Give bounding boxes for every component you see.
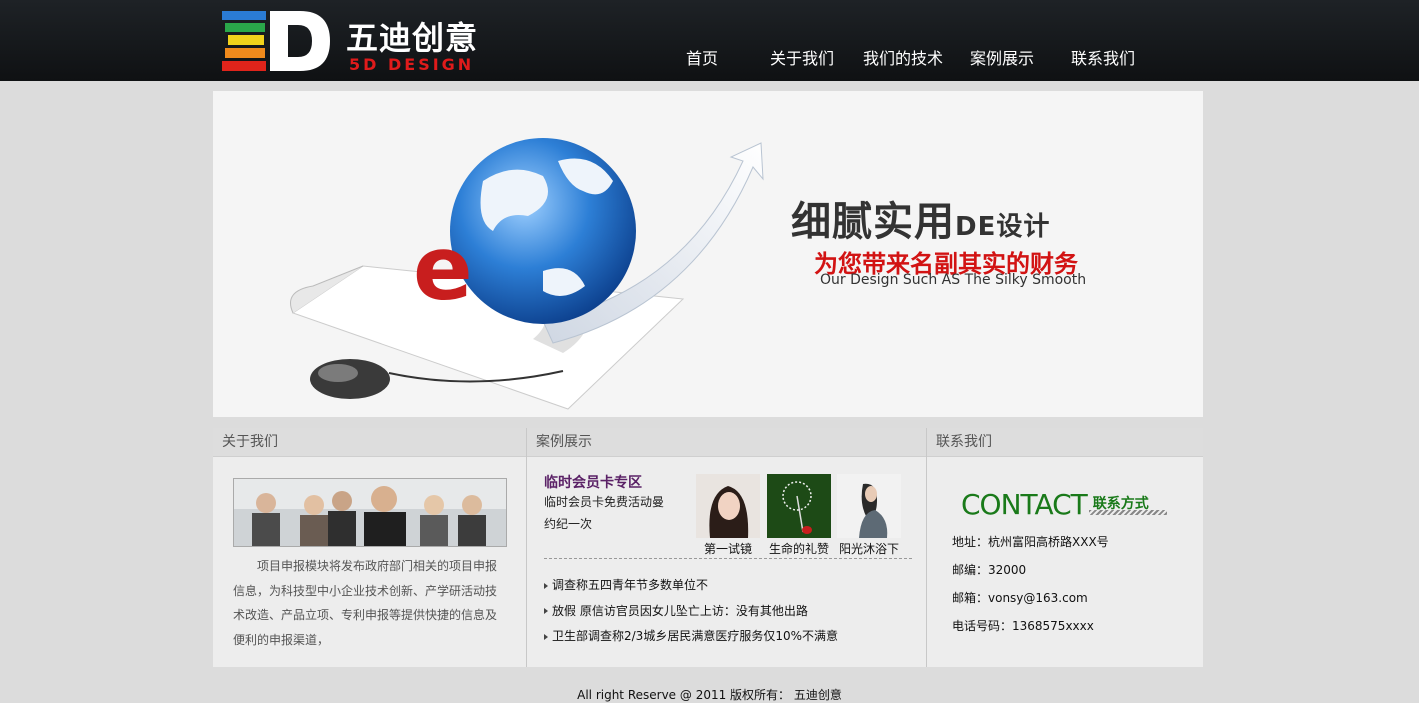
about-panel: 关于我们 项目申报模块将发布政府部门相关的项目申报信息，为科技型中小企业技术创新…: [213, 428, 527, 667]
site-logo[interactable]: 五迪创意 5D DESIGN: [222, 11, 512, 74]
footer-copyright: All right Reserve @ 2011 版权所有： 五迪创意: [577, 688, 842, 702]
news-item-text[interactable]: 卫生部调查称2/3城乡居民满意医疗服务仅10%不满意: [552, 629, 838, 643]
contact-logo-text: CONTACT: [961, 488, 1088, 521]
banner-title: 细腻实用DE设计: [791, 189, 1050, 247]
news-item[interactable]: 调查称五四青年节多数单位不: [544, 573, 914, 599]
contact-logo-stripe: [1089, 510, 1167, 515]
news-item-text[interactable]: 放假 原信访官员因女儿坠亡上访：没有其他出路: [552, 604, 808, 618]
contact-postcode: 邮编：32000: [952, 563, 1027, 577]
case-divider: [544, 558, 912, 559]
contact-logo: CONTACT 联系方式: [961, 488, 1167, 521]
news-item-text[interactable]: 调查称五四青年节多数单位不: [552, 578, 708, 592]
banner-english-tagline: Our Design Such AS The Silky Smooth: [820, 272, 1087, 288]
hero-banner[interactable]: e 细腻实用DE设计 为您带来名副其实的财务 Our Design Such A…: [213, 91, 1203, 417]
nav-about[interactable]: 关于我们: [770, 45, 834, 69]
about-team-photo: [233, 478, 507, 547]
bullet-arrow-icon: [544, 608, 548, 614]
case-thumb-image[interactable]: [767, 474, 831, 538]
nav-contact[interactable]: 联系我们: [1071, 45, 1135, 69]
contact-details: 地址：杭州富阳高桥路XXX号 邮编：32000 邮箱：vonsy@163.com…: [952, 528, 1109, 640]
case-feature-description: 临时会员卡免费活动曼约纪一次: [544, 495, 665, 531]
nav-home[interactable]: 首页: [686, 45, 718, 69]
case-thumb-image[interactable]: [696, 474, 760, 538]
bullet-arrow-icon: [544, 633, 548, 640]
nav-cases[interactable]: 案例展示: [970, 45, 1034, 69]
svg-text:e: e: [413, 217, 473, 320]
case-thumb-1[interactable]: 第一试镜: [696, 474, 760, 557]
banner-title-main: 细腻实用: [791, 199, 955, 245]
about-heading: 关于我们: [213, 428, 526, 457]
case-thumb-image[interactable]: [837, 474, 901, 538]
case-thumb-caption: 第一试镜: [703, 542, 752, 556]
news-list: 调查称五四青年节多数单位不 放假 原信访官员因女儿坠亡上访：没有其他出路 卫生部…: [544, 573, 914, 650]
case-thumb-3[interactable]: 阳光沐浴下: [837, 474, 901, 557]
site-header: 五迪创意 5D DESIGN 首页 关于我们 我们的技术 案例展示 联系我们: [0, 0, 1419, 81]
nav-technology[interactable]: 我们的技术: [863, 45, 943, 69]
case-thumb-2[interactable]: 生命的礼赞: [767, 474, 831, 557]
news-item[interactable]: 卫生部调查称2/3城乡居民满意医疗服务仅10%不满意: [544, 624, 914, 650]
logo-chinese-name: 五迪创意: [346, 19, 479, 57]
bullet-arrow-icon: [544, 582, 548, 589]
case-feature-title[interactable]: 临时会员卡专区: [544, 472, 642, 492]
cases-panel: 案例展示 临时会员卡专区 临时会员卡免费活动曼约纪一次 第一试镜 生命的礼赞 阳…: [527, 428, 927, 667]
banner-title-suffix: DE设计: [955, 212, 1051, 242]
contact-address: 地址：杭州富阳高桥路XXX号: [952, 535, 1109, 549]
news-item[interactable]: 放假 原信访官员因女儿坠亡上访：没有其他出路: [544, 599, 914, 625]
contact-heading: 联系我们: [927, 428, 1203, 457]
contact-email[interactable]: 邮箱：vonsy@163.com: [952, 584, 1109, 612]
logo-english-name: 5D DESIGN: [349, 55, 475, 74]
cases-heading: 案例展示: [527, 428, 926, 457]
contact-panel: 联系我们 CONTACT 联系方式 地址：杭州富阳高桥路XXX号 邮编：32000…: [927, 428, 1203, 667]
5d-logo-icon: [222, 11, 330, 71]
about-description: 项目申报模块将发布政府部门相关的项目申报信息，为科技型中小企业技术创新、产学研活…: [233, 559, 498, 647]
contact-phone: 电话号码：1368575xxxx: [952, 619, 1094, 633]
case-thumb-caption: 生命的礼赞: [768, 542, 829, 556]
case-thumb-caption: 阳光沐浴下: [838, 542, 899, 556]
